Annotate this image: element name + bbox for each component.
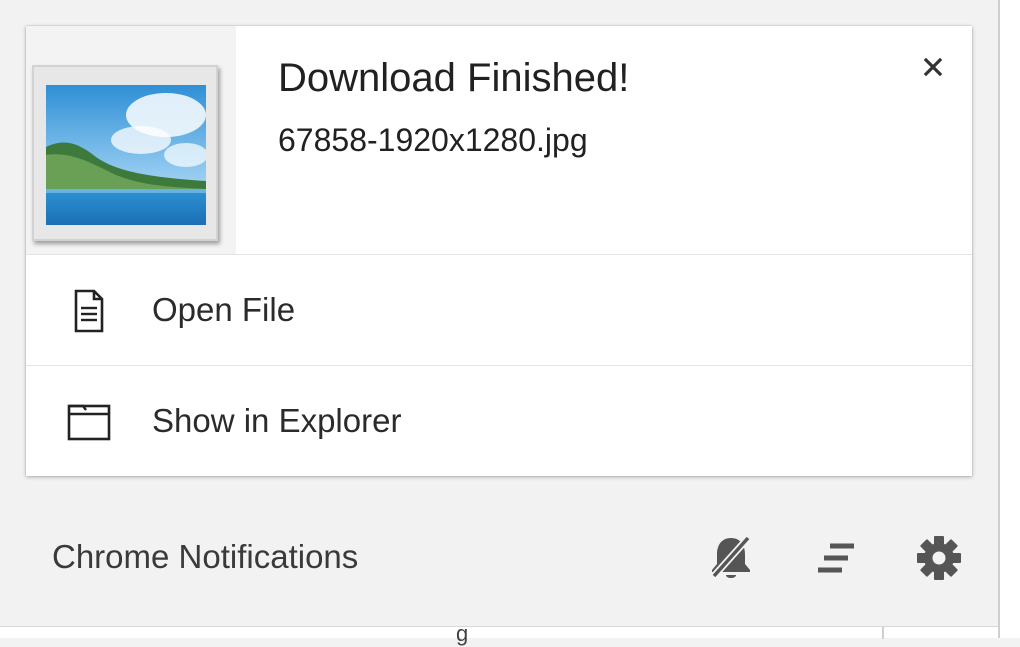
notification-card[interactable]: Download Finished! 67858-1920x1280.jpg O…: [26, 26, 972, 476]
background-divider: [882, 627, 884, 639]
open-file-label: Open File: [152, 291, 296, 328]
image-thumbnail: [32, 65, 218, 241]
background-page-edge: [998, 0, 1020, 638]
notification-title: Download Finished!: [278, 56, 630, 100]
open-file-button[interactable]: Open File: [26, 255, 972, 366]
show-in-explorer-label: Show in Explorer: [152, 402, 402, 439]
footer-title: Chrome Notifications: [52, 538, 359, 575]
close-icon[interactable]: [918, 52, 948, 82]
background-page-bottom: g: [0, 621, 998, 646]
download-filename: 67858-1920x1280.jpg: [278, 122, 588, 158]
thumbnail-area: [26, 26, 236, 254]
notification-header: Download Finished! 67858-1920x1280.jpg: [26, 26, 972, 255]
folder-icon: [66, 399, 112, 445]
document-icon: [66, 288, 112, 334]
show-in-explorer-button[interactable]: Show in Explorer: [26, 366, 972, 476]
bell-off-icon[interactable]: [706, 530, 756, 586]
gear-icon[interactable]: [914, 530, 964, 586]
clear-all-icon[interactable]: [810, 530, 860, 586]
notification-center: Download Finished! 67858-1920x1280.jpg O…: [0, 0, 998, 626]
landscape-image-thumbnail: [46, 85, 206, 225]
